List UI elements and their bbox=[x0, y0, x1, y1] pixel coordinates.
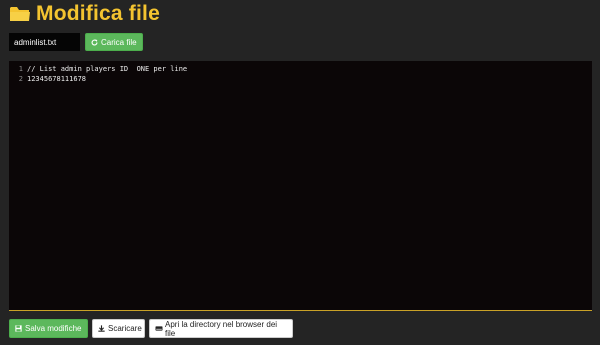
refresh-icon bbox=[91, 39, 98, 46]
page-header: Modifica file bbox=[9, 2, 160, 26]
code-editor[interactable]: 1 2 // List admin players ID ONE per lin… bbox=[9, 61, 592, 311]
load-file-button[interactable]: Carica file bbox=[85, 33, 143, 51]
drive-icon bbox=[155, 325, 163, 332]
code-content[interactable]: // List admin players ID ONE per line 12… bbox=[27, 64, 588, 84]
folder-icon bbox=[9, 5, 31, 23]
save-changes-button[interactable]: Salva modifiche bbox=[9, 319, 88, 338]
filename-input[interactable] bbox=[9, 33, 80, 51]
file-editor-page: Modifica file Carica file 1 2 // List ad… bbox=[0, 0, 600, 345]
download-icon bbox=[98, 325, 105, 332]
open-directory-label: Apri la directory nel browser dei file bbox=[165, 319, 278, 338]
code-line[interactable]: 12345678111678 bbox=[27, 74, 588, 84]
load-file-label: Carica file bbox=[101, 37, 137, 47]
code-line[interactable]: // List admin players ID ONE per line bbox=[27, 64, 588, 74]
line-number-gutter: 1 2 bbox=[9, 64, 23, 84]
save-icon bbox=[15, 325, 22, 332]
file-controls: Carica file bbox=[9, 33, 143, 51]
download-button[interactable]: Scaricare bbox=[92, 319, 145, 338]
open-directory-button[interactable]: Apri la directory nel browser dei file bbox=[149, 319, 293, 338]
line-number: 1 bbox=[18, 65, 23, 73]
page-title: Modifica file bbox=[36, 2, 160, 25]
download-label: Scaricare bbox=[108, 324, 142, 333]
save-changes-label: Salva modifiche bbox=[25, 324, 82, 333]
line-number: 2 bbox=[18, 75, 23, 83]
action-bar: Salva modifiche Scaricare Apri la direct… bbox=[9, 319, 293, 338]
